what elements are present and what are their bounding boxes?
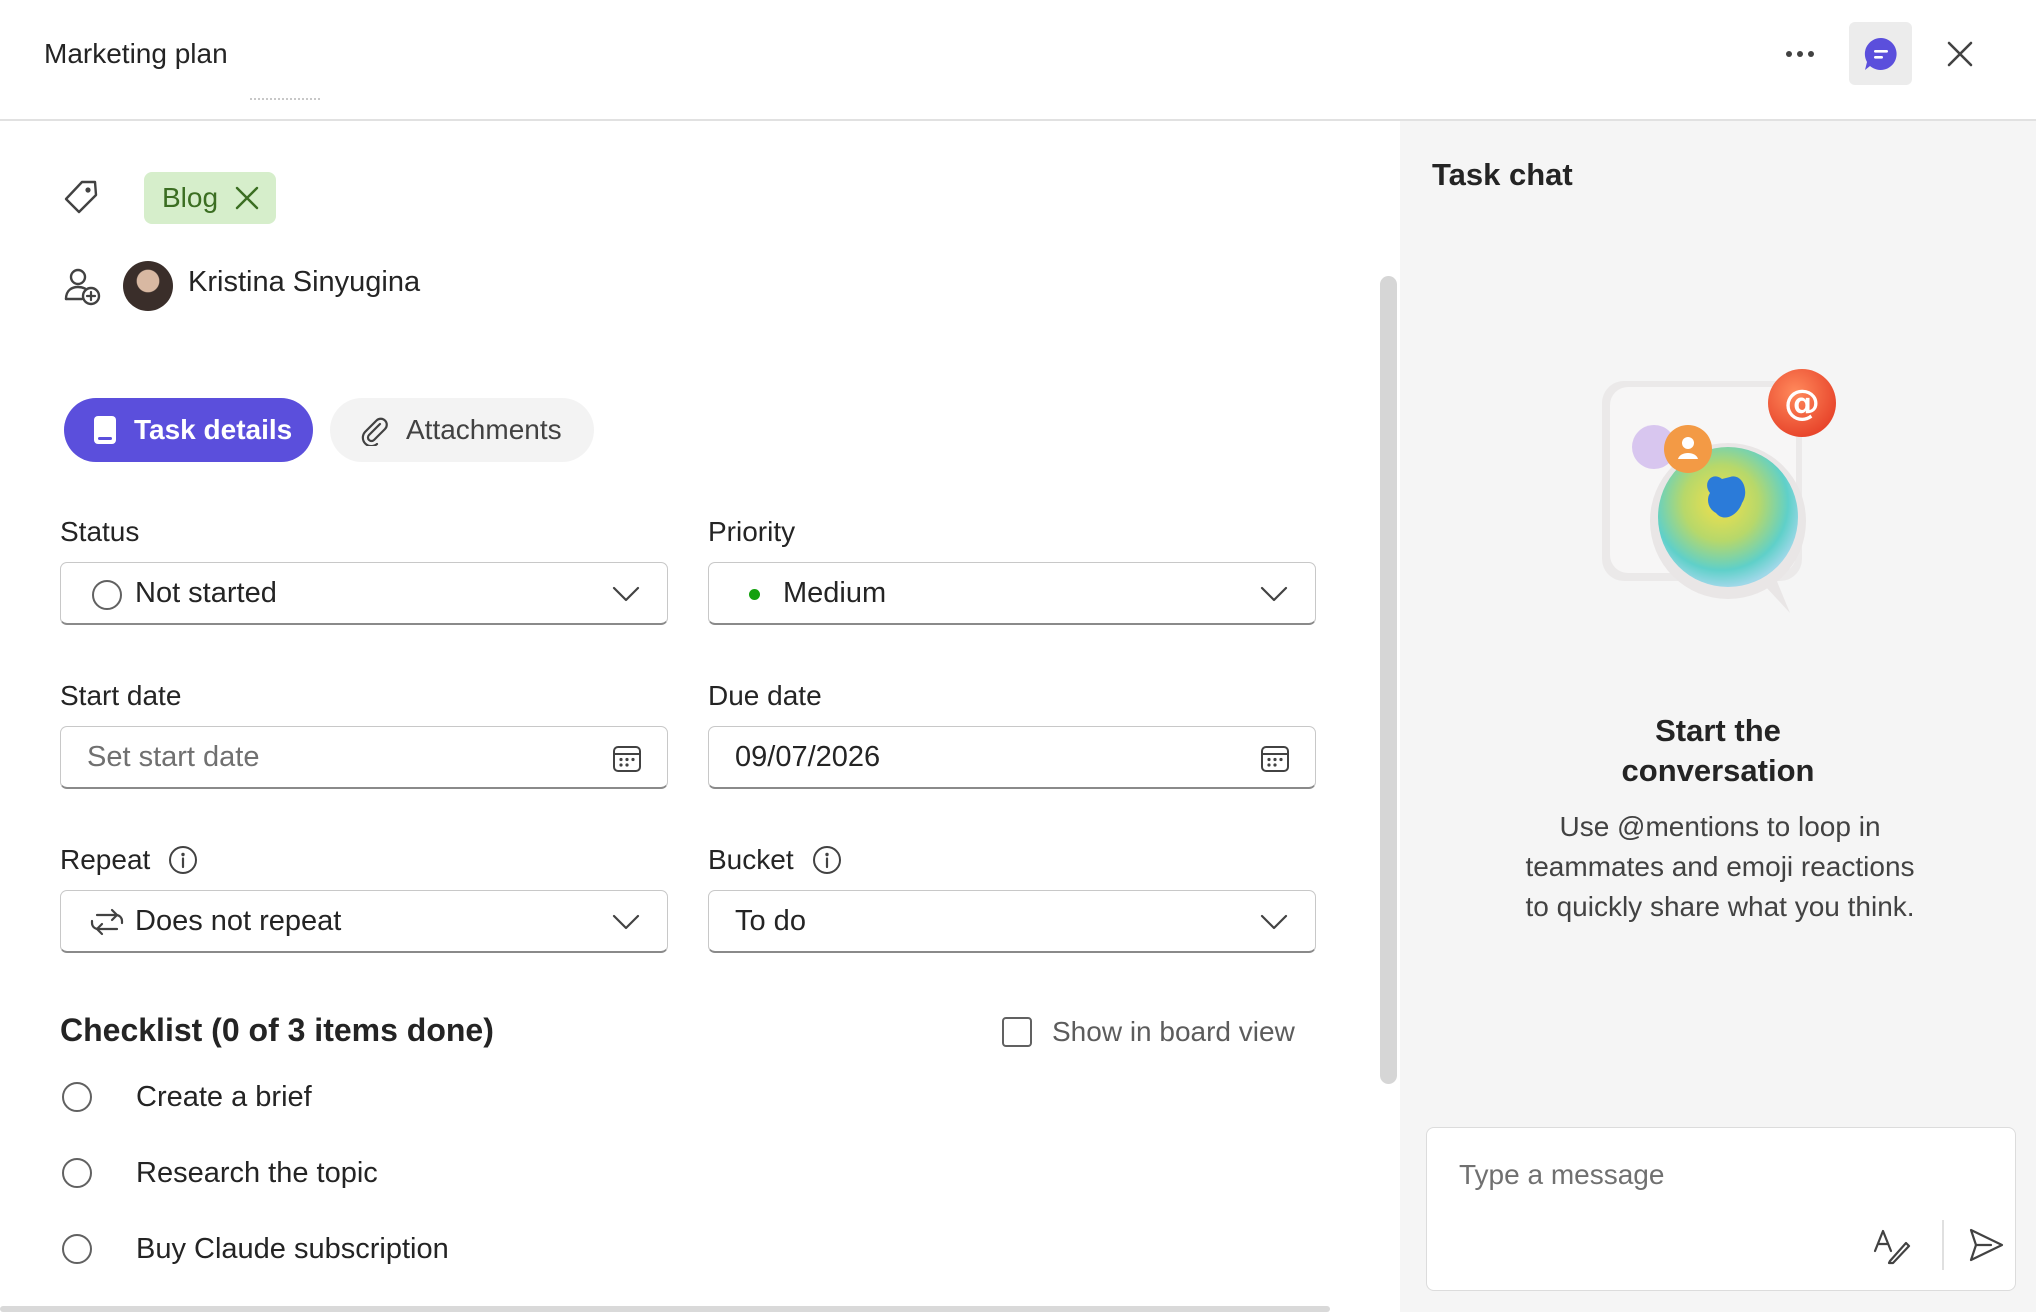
task-details-panel <box>0 121 1400 1312</box>
checkbox-icon[interactable] <box>1002 1017 1032 1047</box>
label-icon <box>60 176 102 218</box>
status-value: Not started <box>135 576 277 609</box>
checklist-complete-circle[interactable] <box>62 1082 92 1112</box>
bucket-label-text: Bucket <box>708 844 794 875</box>
empty-state-body: Use @mentions to loop in teammates and e… <box>1525 811 1915 922</box>
show-in-board-checkbox[interactable]: Show in board view <box>1002 1016 1295 1048</box>
scrolled-content-edge <box>250 98 320 104</box>
start-date-label-text: Start date <box>60 680 182 711</box>
checklist-item: Buy Claude subscription <box>62 1233 449 1265</box>
notebook-icon <box>94 416 116 444</box>
status-dropdown[interactable]: Not started <box>60 562 668 625</box>
chevron-down-icon <box>611 909 641 935</box>
repeat-label: Repeat <box>60 844 198 876</box>
calendar-icon[interactable] <box>611 743 643 775</box>
horizontal-scrollbar[interactable] <box>0 1306 1330 1312</box>
send-icon <box>1969 1228 2004 1262</box>
send-button[interactable] <box>1963 1222 2009 1268</box>
avatar[interactable] <box>123 261 173 311</box>
priority-dropdown[interactable]: Medium <box>708 562 1316 625</box>
not-started-circle-icon <box>92 580 122 610</box>
due-date-value: 09/07/2026 <box>735 740 881 773</box>
person-add-icon <box>64 268 101 306</box>
assignee-name: Kristina Sinyugina <box>188 266 421 298</box>
due-date-label: Due date <box>708 680 822 712</box>
checklist-item: Create a brief <box>62 1081 312 1113</box>
start-date-field[interactable]: Set start date <box>60 726 668 789</box>
tab-attachments[interactable]: Attachments <box>330 398 594 462</box>
bucket-label: Bucket <box>708 844 842 876</box>
tag-icon <box>64 180 98 214</box>
bucket-value: To do <box>735 904 806 937</box>
tab-label: Attachments <box>406 414 562 445</box>
vertical-scrollbar[interactable] <box>1380 276 1397 1084</box>
info-icon[interactable] <box>812 845 842 875</box>
checklist-complete-circle[interactable] <box>62 1158 92 1188</box>
chat-title: Task chat <box>1432 157 1573 192</box>
chat-illustration: @ <box>1602 369 1836 613</box>
more-options-button[interactable] <box>1770 28 1830 80</box>
start-date-label: Start date <box>60 680 181 712</box>
start-date-placeholder: Set start date <box>87 740 260 773</box>
priority-label-text: Priority <box>708 516 796 547</box>
chevron-down-icon <box>611 581 641 607</box>
composer-divider <box>1942 1220 1944 1270</box>
chevron-down-icon <box>1259 581 1289 607</box>
due-date-field[interactable]: 09/07/2026 <box>708 726 1316 789</box>
priority-dot-icon <box>749 589 760 600</box>
repeat-value: Does not repeat <box>135 904 342 937</box>
priority-value: Medium <box>783 576 887 609</box>
info-icon[interactable] <box>168 845 198 875</box>
close-button[interactable] <box>1930 28 1990 80</box>
page-title: Marketing plan <box>44 38 228 69</box>
status-label-text: Status <box>60 516 140 547</box>
checklist-item-text[interactable]: Buy Claude subscription <box>136 1233 449 1266</box>
priority-label: Priority <box>708 516 795 548</box>
tab-label: Task details <box>134 414 293 445</box>
checklist-item-text[interactable]: Research the topic <box>136 1157 378 1190</box>
svg-text:@: @ <box>1784 383 1820 424</box>
calendar-icon[interactable] <box>1259 743 1291 775</box>
chat-bubble-icon <box>1864 37 1897 70</box>
format-button[interactable] <box>1869 1222 1915 1268</box>
task-chat-panel: Task chat @ Start the conversation Use @… <box>1400 121 2036 1312</box>
due-date-label-text: Due date <box>708 680 822 711</box>
show-in-board-label: Show in board view <box>1052 1016 1295 1047</box>
empty-state-heading: Start the conversation <box>1400 711 2036 791</box>
remove-label-button[interactable] <box>232 183 262 213</box>
assign-button[interactable] <box>60 264 104 308</box>
checklist-item-text[interactable]: Create a brief <box>136 1081 312 1114</box>
format-text-icon <box>1873 1229 1911 1265</box>
label-chip-blog[interactable]: Blog <box>144 172 277 224</box>
message-input[interactable] <box>1457 1150 1981 1200</box>
checklist-complete-circle[interactable] <box>62 1234 92 1264</box>
repeat-dropdown[interactable]: Does not repeat <box>60 890 668 953</box>
task-chat-toggle-button[interactable] <box>1849 22 1912 85</box>
more-icon <box>1786 51 1814 57</box>
checklist-title: Checklist (0 of 3 items done) <box>60 1012 494 1048</box>
close-icon <box>1947 41 1973 67</box>
close-icon <box>235 186 259 210</box>
repeat-label-text: Repeat <box>60 844 151 875</box>
status-label: Status <box>60 516 139 548</box>
bucket-dropdown[interactable]: To do <box>708 890 1316 953</box>
empty-state-heading-text: Start the conversation <box>1621 713 1815 788</box>
paperclip-icon <box>361 417 388 446</box>
tab-task-details[interactable]: Task details <box>64 398 313 462</box>
checklist-item: Research the topic <box>62 1157 378 1189</box>
label-chip-text: Blog <box>162 182 219 213</box>
repeat-icon <box>90 908 124 936</box>
chevron-down-icon <box>1259 909 1289 935</box>
message-composer <box>1426 1127 2016 1291</box>
